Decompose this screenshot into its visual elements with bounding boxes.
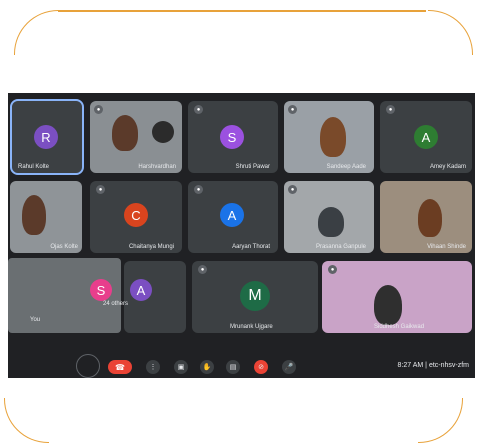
participant-name: Harshvardhan xyxy=(138,164,176,170)
avatar: A xyxy=(414,125,438,149)
self-avatar: S xyxy=(90,279,112,301)
participant-tile[interactable]: ● A Aaryan Thorat xyxy=(188,181,278,253)
participant-tile[interactable]: ● Siddhesh Gaikwad xyxy=(322,261,472,333)
participant-tile[interactable]: ● S Shruti Pawar xyxy=(188,101,278,173)
participant-name: Vihaan Shinde xyxy=(427,244,466,250)
participant-tile[interactable]: Vihaan Shinde xyxy=(380,181,472,253)
participant-name: Prasanna Ganpule xyxy=(315,244,366,250)
captions-button[interactable]: ▤ xyxy=(226,360,240,374)
corner-decoration xyxy=(428,10,473,55)
participant-name: Siddhesh Gaikwad xyxy=(374,324,425,330)
video-person xyxy=(320,117,346,157)
participant-tile[interactable]: ● M Mrunank Ujgare xyxy=(192,261,318,333)
participant-name: Rahul Kolte xyxy=(18,164,50,170)
mic-icon: ● xyxy=(198,265,207,274)
participant-tile[interactable]: ● C Chaitanya Mungi xyxy=(90,181,182,253)
others-tile[interactable]: A xyxy=(124,261,186,333)
mic-icon: ● xyxy=(288,105,297,114)
corner-decoration xyxy=(14,10,59,55)
more-options-button[interactable]: ⋮ xyxy=(146,360,160,374)
corner-decoration xyxy=(4,398,49,443)
mic-icon: ● xyxy=(194,105,203,114)
mic-icon: ● xyxy=(94,105,103,114)
participant-name: Mrunank Ujgare xyxy=(230,324,273,330)
video-person xyxy=(318,207,344,237)
video-person xyxy=(418,199,442,237)
control-bar: ☎ ⋮ ▣ ✋ ▤ ⊘ 🎤 8:27 AM | etc-nhsv-zfm xyxy=(8,354,475,378)
meeting-code: etc-nhsv-zfm xyxy=(428,362,469,369)
participant-name: Sandeep Aade xyxy=(326,164,366,170)
video-person xyxy=(112,115,138,151)
mic-icon: ● xyxy=(386,105,395,114)
participant-tile[interactable]: ● Harshvardhan xyxy=(90,101,182,173)
participant-name: Aaryan Thorat xyxy=(232,244,270,250)
avatar: A xyxy=(220,203,244,227)
corner-decoration xyxy=(418,398,463,443)
participant-tile[interactable]: R Rahul Kolte xyxy=(10,99,84,175)
avatar: R xyxy=(34,125,58,149)
participant-name: Shruti Pawar xyxy=(235,164,270,170)
microphone-button[interactable]: 🎤 xyxy=(282,360,296,374)
mic-icon: ● xyxy=(288,185,297,194)
top-border xyxy=(58,10,426,12)
others-count: 24 others xyxy=(103,301,129,307)
camera-toggle-button[interactable]: ⊘ xyxy=(254,360,268,374)
raise-hand-button[interactable]: ✋ xyxy=(200,360,214,374)
others-avatar: A xyxy=(130,279,152,301)
meeting-info: 8:27 AM | etc-nhsv-zfm xyxy=(397,362,469,369)
video-person xyxy=(374,285,402,325)
participant-tile[interactable]: ● Prasanna Ganpule xyxy=(284,181,374,253)
participant-tile[interactable]: Ojas Kolte xyxy=(10,181,82,253)
video-object xyxy=(152,121,174,143)
avatar: C xyxy=(124,203,148,227)
participant-name: Amey Kadam xyxy=(429,164,466,170)
self-label: You xyxy=(30,317,41,323)
mic-icon: ● xyxy=(328,265,337,274)
avatar: M xyxy=(240,281,270,311)
activity-indicator xyxy=(76,354,100,378)
avatar: S xyxy=(220,125,244,149)
participant-tile[interactable]: ● Sandeep Aade xyxy=(284,101,374,173)
meet-window: R Rahul Kolte ● Harshvardhan ● S Shruti … xyxy=(8,93,475,378)
participant-tile[interactable]: ● A Amey Kadam xyxy=(380,101,472,173)
present-screen-button[interactable]: ▣ xyxy=(174,360,188,374)
leave-call-button[interactable]: ☎ xyxy=(108,360,132,374)
meeting-time: 8:27 AM xyxy=(397,362,424,369)
video-person xyxy=(22,195,46,235)
participant-name: Ojas Kolte xyxy=(50,244,78,250)
participant-name: Chaitanya Mungi xyxy=(128,244,174,250)
mic-icon: ● xyxy=(194,185,203,194)
mic-icon: ● xyxy=(96,185,105,194)
